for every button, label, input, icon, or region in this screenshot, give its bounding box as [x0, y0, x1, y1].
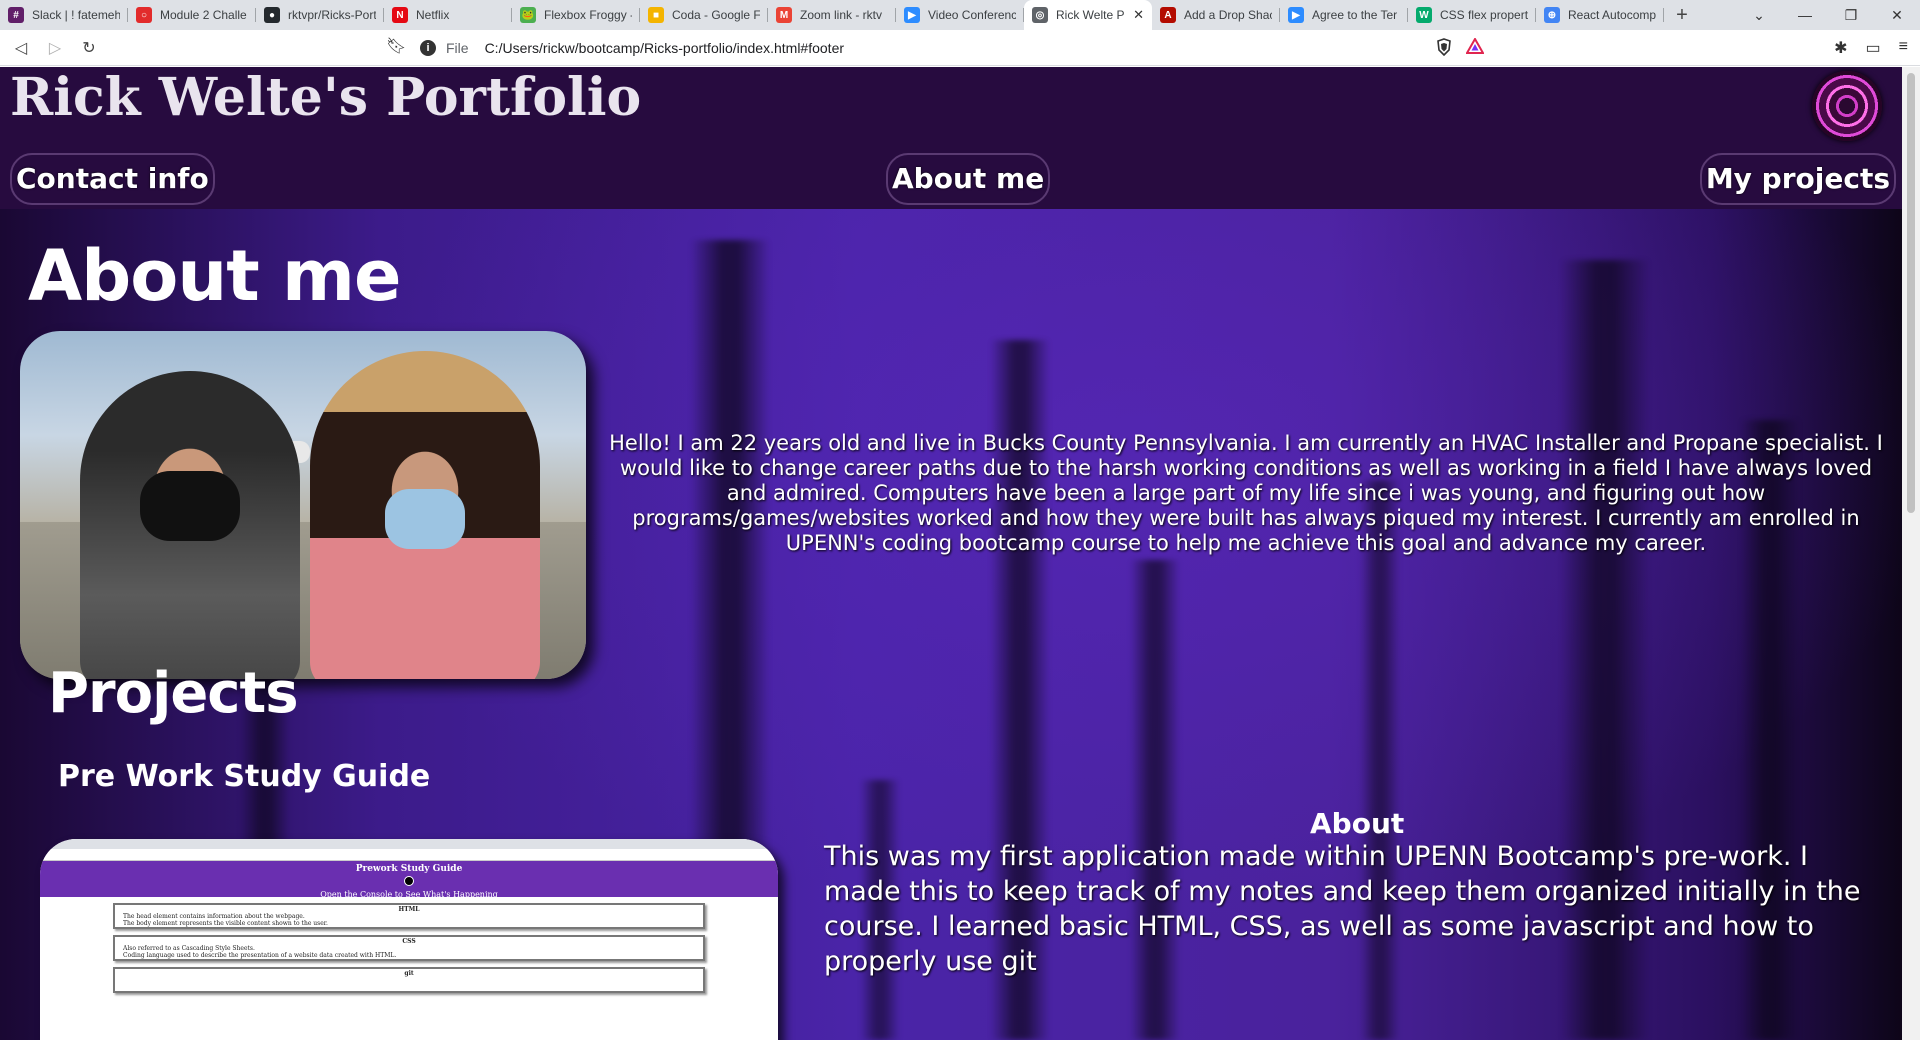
browser-tab[interactable]: ● rktvpr/Ricks-Port: [256, 0, 384, 30]
tab-title: Add a Drop Shac: [1184, 8, 1272, 22]
screenshot-card-html: HTML The head element contains informati…: [113, 903, 705, 929]
browser-tab[interactable]: W CSS flex property: [1408, 0, 1536, 30]
browser-toolbar: ◁ ▷ ↻ 🔖︎ i File C:/Users/rickw/bootcamp/…: [0, 30, 1920, 66]
tab-favicon-icon: ■: [648, 7, 664, 23]
tab-title: Slack | ! fatemeh: [32, 8, 120, 22]
tab-title: CSS flex property: [1440, 8, 1528, 22]
address-bar[interactable]: i File C:/Users/rickw/bootcamp/Ricks-por…: [420, 34, 1426, 62]
new-tab-button[interactable]: +: [1664, 0, 1700, 30]
scrollbar-thumb[interactable]: [1907, 73, 1915, 513]
page-scrollbar[interactable]: [1902, 67, 1920, 1040]
project-title: Pre Work Study Guide: [58, 759, 431, 794]
tab-favicon-icon: #: [8, 7, 24, 23]
projects-heading: Projects: [48, 661, 299, 726]
address-url[interactable]: C:/Users/rickw/bootcamp/Ricks-portfolio/…: [485, 40, 844, 56]
card-line: Coding language used to describe the pre…: [123, 952, 397, 959]
browser-tab[interactable]: ▶ Agree to the Ter: [1280, 0, 1408, 30]
wallet-icon[interactable]: ▭: [1866, 38, 1881, 58]
tab-title: rktvpr/Ricks-Port: [288, 8, 376, 22]
tab-title: Video Conferenc: [928, 8, 1016, 22]
back-icon[interactable]: ◁: [4, 31, 38, 65]
tab-favicon-icon: ●: [264, 7, 280, 23]
tab-favicon-icon: ▶: [1288, 7, 1304, 23]
browser-tab-strip: # Slack | ! fatemeh ○ Module 2 Challe ● rktvp…: [0, 0, 1920, 30]
browser-tab[interactable]: M Zoom link - rktv: [768, 0, 896, 30]
screenshot-subheading: Open the Console to See What's Happening: [320, 890, 498, 899]
site-info-icon[interactable]: i: [420, 40, 436, 56]
nav-contact-link[interactable]: Contact info: [10, 153, 215, 205]
about-section: About me Hello! I am 22 years old and li…: [0, 209, 1902, 1040]
tab-favicon-icon: ▶: [904, 7, 920, 23]
profile-photo: [20, 331, 586, 679]
window-controls: ⌄ — ❐ ✕: [1736, 0, 1920, 30]
page-viewport: Rick Welte's Portfolio Contact info Abou…: [0, 67, 1902, 1040]
tab-favicon-icon: 🐸: [520, 7, 536, 23]
tab-favicon-icon: A: [1160, 7, 1176, 23]
browser-tab[interactable]: 🐸 Flexbox Froggy -: [512, 0, 640, 30]
screenshot-card-git: git: [113, 967, 705, 993]
avatar: [1812, 71, 1882, 141]
nav-about-link[interactable]: About me: [886, 153, 1051, 205]
tab-favicon-icon: W: [1416, 7, 1432, 23]
extensions-icon[interactable]: ✱: [1834, 38, 1847, 58]
tab-title: Netflix: [416, 8, 450, 22]
browser-tab[interactable]: ■ Coda - Google F: [640, 0, 768, 30]
tab-favicon-icon: N: [392, 7, 408, 23]
tab-list: # Slack | ! fatemeh ○ Module 2 Challe ● rktvp…: [0, 0, 1664, 30]
tab-title: React Autocomp: [1568, 8, 1656, 22]
project-screenshot[interactable]: Prework Study Guide Open the Console to …: [40, 839, 778, 1040]
tab-title: Module 2 Challe: [160, 8, 247, 22]
tab-title: Coda - Google F: [672, 8, 760, 22]
browser-tab[interactable]: ▶ Video Conferenc: [896, 0, 1024, 30]
tab-title: Agree to the Ter: [1312, 8, 1398, 22]
brave-shield-icon[interactable]: [1436, 38, 1452, 56]
project-about-label: About: [1310, 807, 1405, 840]
site-header: Rick Welte's Portfolio Contact info Abou…: [0, 67, 1902, 209]
restore-icon[interactable]: ❐: [1828, 0, 1874, 30]
card-line: The body element represents the visible …: [123, 920, 328, 927]
tab-favicon-icon: ◎: [1032, 7, 1048, 23]
card-title: CSS: [402, 938, 416, 945]
browser-tab[interactable]: ○ Module 2 Challe: [128, 0, 256, 30]
about-heading: About me: [28, 235, 401, 317]
screenshot-heading: Prework Study Guide: [355, 864, 463, 874]
card-line: Also referred to as Cascading Style Shee…: [123, 945, 255, 952]
tab-favicon-icon: ○: [136, 7, 152, 23]
toolbar-right-icons: ✱ ▭ ≡: [1834, 38, 1908, 58]
browser-tab[interactable]: A Add a Drop Shac: [1152, 0, 1280, 30]
nav-projects-link[interactable]: My projects: [1699, 153, 1896, 205]
site-title: Rick Welte's Portfolio: [10, 67, 642, 128]
github-icon: [404, 876, 414, 886]
tab-search-icon[interactable]: ⌄: [1736, 0, 1782, 30]
browser-tab[interactable]: ◎ Rick Welte P ✕: [1024, 0, 1152, 30]
browser-tab[interactable]: N Netflix: [384, 0, 512, 30]
menu-icon[interactable]: ≡: [1899, 38, 1908, 58]
tab-favicon-icon: M: [776, 7, 792, 23]
card-line: The head element contains information ab…: [123, 913, 305, 920]
close-window-icon[interactable]: ✕: [1874, 0, 1920, 30]
tab-favicon-icon: ⊕: [1544, 7, 1560, 23]
browser-tab[interactable]: ⊕ React Autocomp: [1536, 0, 1664, 30]
close-tab-icon[interactable]: ✕: [1133, 7, 1144, 23]
tab-title: Zoom link - rktv: [800, 8, 883, 22]
brave-icons: [1436, 38, 1484, 56]
forward-icon[interactable]: ▷: [38, 31, 72, 65]
minimize-icon[interactable]: —: [1782, 0, 1828, 30]
tab-title: Rick Welte P: [1056, 8, 1125, 22]
project-description: This was my first application made withi…: [824, 841, 1861, 977]
browser-tab[interactable]: # Slack | ! fatemeh: [0, 0, 128, 30]
brave-rewards-icon[interactable]: [1466, 38, 1484, 54]
card-title: HTML: [398, 906, 420, 913]
address-scheme-label: File: [446, 40, 469, 56]
card-title: git: [404, 970, 414, 977]
tab-title: Flexbox Froggy -: [544, 8, 632, 22]
about-bio: Hello! I am 22 years old and live in Buc…: [609, 431, 1883, 555]
bookmark-icon[interactable]: 🔖︎: [386, 36, 406, 56]
reload-icon[interactable]: ↻: [72, 31, 106, 65]
screenshot-card-css: CSS Also referred to as Cascading Style …: [113, 935, 705, 961]
